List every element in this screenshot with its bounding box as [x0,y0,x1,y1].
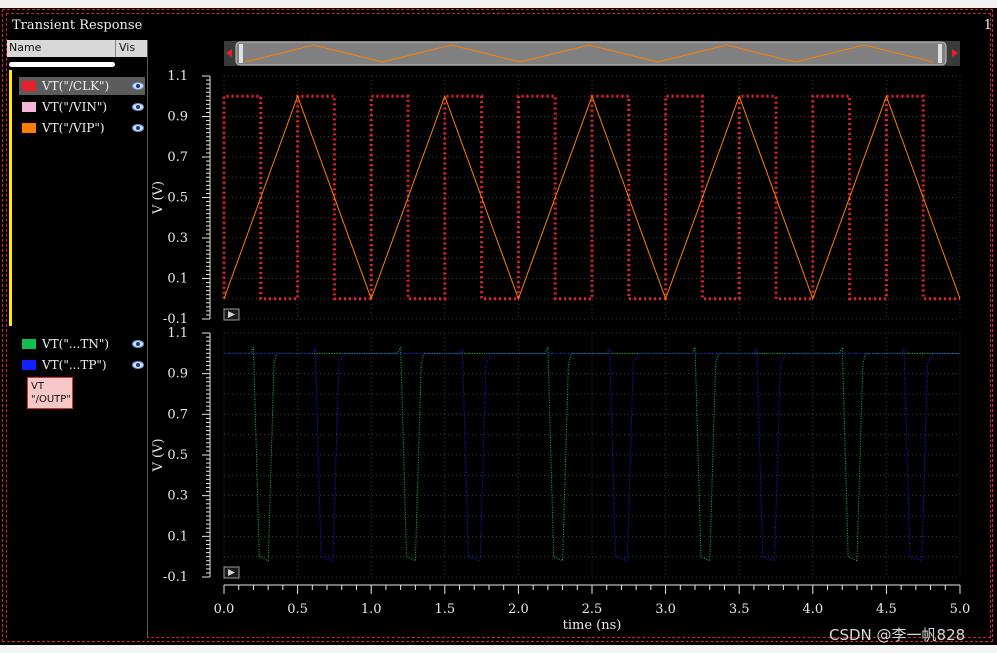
y-tick-label: 0.3 [167,489,188,504]
bottom-strip [0,645,997,653]
x-tick-label: 3.0 [655,602,676,617]
tooltip-line-2: "/OUTP" [31,394,71,405]
signal-row-clk[interactable]: VT("/CLK") [19,77,145,95]
color-swatch [22,360,36,370]
y-tick-label: 0.3 [167,231,188,246]
y-tick-label: 0.9 [167,367,188,382]
x-tick-label: 4.5 [876,602,897,617]
window-title: Transient Response [12,18,143,33]
y-tick-label: 0.7 [167,150,188,165]
csdn-watermark: CSDN @李一帆828 [829,626,966,644]
selected-strip-indicator [9,70,12,326]
signal-row-vip[interactable]: VT("/VIP") [19,119,145,137]
panel-header: Name Vis [7,40,147,57]
x-axis-title: time (ns) [563,618,622,633]
signal-panel: Name Vis VT("/CLK") VT("/VIN") VT("/VIP"… [7,40,148,638]
y-tick-label: 0.7 [167,407,188,422]
color-swatch [22,81,36,91]
name-column-header[interactable]: Name [9,41,41,54]
signal-label: VT("...TN") [42,337,110,351]
signal-label: VT("...TP") [42,358,107,372]
y-axis-title: V (V) [151,438,166,472]
column-separator[interactable] [115,40,116,57]
eye-icon[interactable] [132,103,144,111]
y-tick-label: 0.1 [167,272,188,287]
eye-icon[interactable] [132,82,144,90]
color-swatch [22,339,36,349]
x-tick-label: 1.5 [434,602,455,617]
x-tick-label: 0.5 [287,602,308,617]
y-tick-label: 0.5 [167,448,188,463]
tooltip-line-1: VT [31,381,44,392]
subwindow-number: 1 [983,18,992,33]
color-swatch [22,123,36,133]
x-tick-label: 3.5 [729,602,750,617]
signal-tooltip: VT "/OUTP" [27,377,73,409]
signal-label: VT("/VIP") [42,121,105,135]
signal-label: VT("/CLK") [42,79,110,93]
x-tick-label: 1.0 [361,602,382,617]
x-tick-label: 2.5 [582,602,603,617]
y-tick-label: 1.1 [167,326,188,341]
color-swatch [22,102,36,112]
x-tick-label: 0.0 [214,602,235,617]
y-axis-title: V (V) [151,181,166,215]
y-tick-label: 1.1 [167,69,188,84]
eye-icon[interactable] [132,361,144,369]
signal-row-tn[interactable]: VT("...TN") [19,335,145,353]
top-strip [0,0,997,8]
strip-bottom[interactable]: 1.1 0.9 0.7 0.5 0.3 0.1 -0.1 V (V) [151,326,961,585]
y-tick-label: -0.1 [163,312,188,327]
signal-label: VT("/VIN") [42,100,108,114]
y-tick-label: 0.1 [167,529,188,544]
signal-row-tp[interactable]: VT("...TP") [19,356,145,374]
y-tick-label: 0.5 [167,191,188,206]
x-tick-label: 4.0 [802,602,823,617]
y-tick-label: -0.1 [163,570,188,585]
strip-group-handle[interactable] [9,62,115,67]
y-tick-label: 0.9 [167,110,188,125]
scroller-right-handle[interactable] [938,44,942,63]
x-tick-label: 5.0 [950,602,971,617]
signal-row-vin[interactable]: VT("/VIN") [19,98,145,116]
overview-scroller[interactable] [224,41,960,66]
vis-column-header[interactable]: Vis [119,41,135,54]
eye-icon[interactable] [132,124,144,132]
scroller-left-handle[interactable] [239,44,243,63]
waveform-chart: 1.1 0.9 0.7 0.5 0.3 0.1 -0.1 V (V) 1.1 0.9 0.7 0.5… [151,41,971,633]
strip-top[interactable]: 1.1 0.9 0.7 0.5 0.3 0.1 -0.1 V (V) [151,69,961,327]
eye-icon[interactable] [132,340,144,348]
x-tick-label: 2.0 [508,602,529,617]
